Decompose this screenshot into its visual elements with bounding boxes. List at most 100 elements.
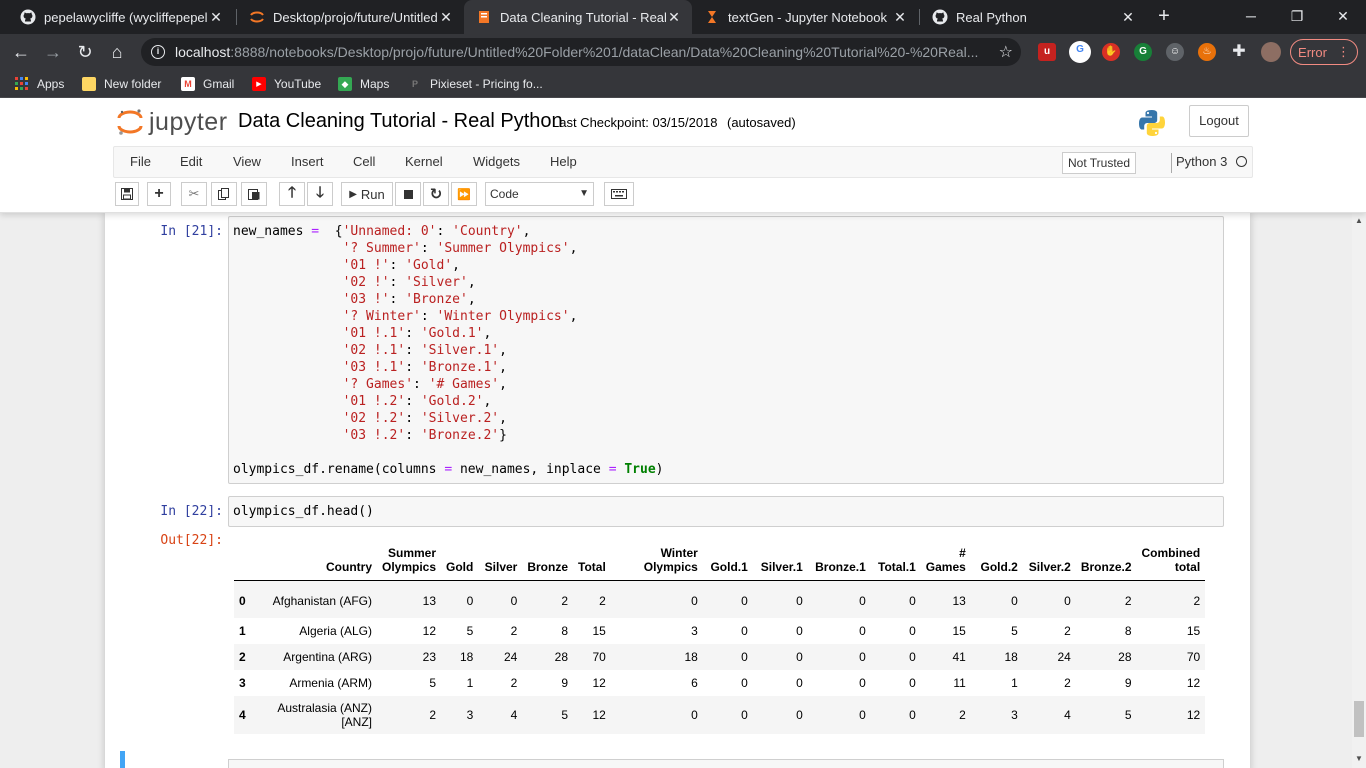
extension-face-icon[interactable]: ☺ [1166,43,1184,61]
interrupt-button[interactable] [395,182,421,206]
reload-button[interactable]: ↻ [72,39,98,65]
trust-status-button[interactable]: Not Trusted [1062,152,1137,174]
code-editor[interactable]: new_names = {'Unnamed: 0': 'Country', '?… [229,217,1223,484]
new-tab-button[interactable]: + [1152,5,1176,29]
menu-kernel[interactable]: Kernel [405,154,443,169]
table-cell: 2 [599,593,606,608]
restart-run-all-button[interactable]: ⏩ [451,182,477,206]
stop-hand-icon[interactable]: ✋ [1102,43,1120,61]
minimize-button[interactable]: ─ [1228,0,1274,32]
code-cell-next[interactable] [228,759,1224,768]
move-down-button[interactable]: 🡓 [307,182,333,206]
menu-edit[interactable]: Edit [180,154,202,169]
address-bar[interactable]: i localhost:8888/notebooks/Desktop/projo… [141,38,1021,66]
row-index: 4 [239,708,246,722]
stop-icon [403,189,413,199]
close-icon[interactable]: ✕ [208,9,224,25]
menu-cell[interactable]: Cell [353,154,375,169]
save-button[interactable] [115,182,139,206]
close-icon[interactable]: ✕ [438,9,454,25]
grammar-icon[interactable]: G [1134,43,1152,61]
error-label: Error [1298,44,1327,60]
column-header: Summer Olympics [377,540,442,581]
menu-view[interactable]: View [233,154,261,169]
paste-button[interactable] [241,182,267,206]
close-icon[interactable]: ✕ [892,9,908,25]
scrollbar-thumb[interactable] [1354,701,1364,737]
scroll-down-arrow-icon[interactable]: ▼ [1352,753,1366,765]
close-icon[interactable]: ✕ [1120,9,1136,25]
cut-button[interactable]: ✂ [181,182,207,206]
bookmark-new-folder[interactable]: New folder [82,75,161,93]
flame-icon[interactable]: ♨ [1198,43,1216,61]
arrow-down-icon: 🡓 [316,183,324,201]
table-cell: 5 [561,708,569,722]
table-cell: 12 [1186,708,1201,722]
bookmark-apps[interactable]: Apps [15,75,64,93]
jupyter-logo[interactable]: jupyter [117,106,228,138]
run-button[interactable]: ▶︎ Run [341,182,393,206]
tab-jupyter-tree[interactable]: Desktop/projo/future/Untitled ✕ [237,0,464,34]
scroll-up-arrow-icon[interactable]: ▲ [1352,215,1366,227]
extensions-puzzle-icon[interactable]: ✚ [1230,43,1248,61]
menu-widgets[interactable]: Widgets [473,154,520,169]
table-cell: 0 [741,708,748,722]
restore-button[interactable]: ❐ [1274,0,1320,32]
command-palette-button[interactable] [604,182,634,206]
tab-github-profile[interactable]: pepelawycliffe (wycliffepepela) ✕ [8,0,234,34]
output-prompt: Out[22]: [160,533,223,548]
close-window-button[interactable]: ✕ [1320,0,1366,32]
avatar[interactable] [1261,42,1281,62]
table-cell: 0 [1064,593,1071,608]
bookmark-youtube[interactable]: ▶ YouTube [252,75,321,93]
table-cell: 2 [1193,593,1201,608]
table-row: 4 Australasia (ANZ) [ANZ] 2 3 4 5 12 0 0 0 0 0 2 3 4 5 1… [234,696,1206,734]
table-cell: 0 [741,624,748,638]
bookmark-gmail[interactable]: M Gmail [181,75,234,93]
tab-real-python[interactable]: Real Python ✕ [920,0,1146,34]
table-cell: 0 [510,593,518,608]
table-cell: 12 [1186,676,1201,690]
bookmark-pixieset[interactable]: P Pixieset - Pricing fo... [408,75,543,93]
scrollbar[interactable]: ▲ ▼ [1352,213,1366,768]
github-icon [932,9,948,25]
cell-type-select[interactable]: Code ▼ [485,182,594,206]
menu-help[interactable]: Help [550,154,577,169]
save-icon [121,188,133,200]
notebook-title[interactable]: Data Cleaning Tutorial - Real Python [238,110,563,133]
bookmark-star-icon[interactable]: ☆ [999,42,1013,62]
tab-textgen[interactable]: textGen - Jupyter Notebook ✕ [692,0,918,34]
restart-button[interactable]: ↻ [423,182,449,206]
close-icon[interactable]: ✕ [666,9,682,25]
info-icon[interactable]: i [151,45,165,59]
profile-error-button[interactable]: Error ⋮ [1290,39,1358,65]
ublock-icon[interactable]: u [1038,43,1056,61]
table-cell: 0 [859,624,866,638]
logout-button[interactable]: Logout [1189,105,1249,137]
back-button[interactable]: ← [8,39,34,65]
code-cell-22[interactable]: olympics_df.head() [228,496,1224,527]
notebook-scroll-area[interactable]: In [21]: new_names = {'Unnamed: 0': 'Cou… [0,213,1352,768]
code-editor[interactable]: olympics_df.head() [229,497,1223,526]
restart-icon: ↻ [429,186,443,203]
home-button[interactable]: ⌂ [104,39,130,65]
dataframe-table: Country Summer Olympics Gold Silver Bron… [234,540,1206,734]
translate-icon[interactable]: G [1069,41,1091,63]
github-icon [20,9,36,25]
table-cell: 13 [952,593,966,608]
bookmark-maps[interactable]: ◆ Maps [338,75,389,93]
menu-file[interactable]: File [130,154,151,169]
column-header [234,540,254,581]
table-cell: 9 [1124,676,1132,690]
move-up-button[interactable]: 🡑 [279,182,305,206]
copy-button[interactable] [211,182,237,206]
forward-button[interactable]: → [40,39,66,65]
code-cell-21[interactable]: new_names = {'Unnamed: 0': 'Country', '?… [228,216,1224,484]
insert-cell-button[interactable]: + [147,182,171,206]
url-text[interactable]: localhost:8888/notebooks/Desktop/projo/f… [175,44,985,60]
run-label: Run [360,186,385,202]
menu-insert[interactable]: Insert [291,154,324,169]
tab-data-cleaning[interactable]: Data Cleaning Tutorial - Real P ✕ [464,0,692,34]
country-cell: Algeria (ALG) [299,624,372,638]
column-header: Silver.2 [1022,540,1076,581]
